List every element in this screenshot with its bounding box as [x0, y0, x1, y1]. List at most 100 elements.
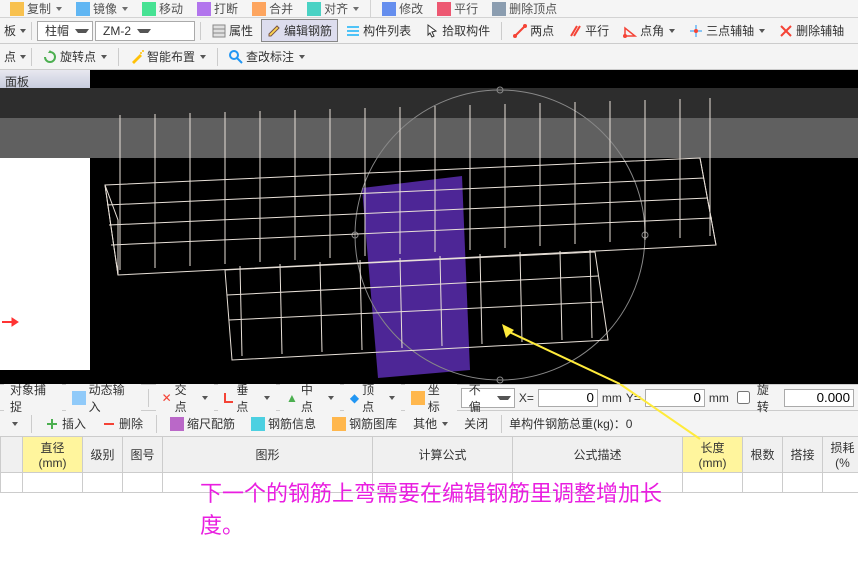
search-icon: [229, 50, 243, 64]
member-combo-value: 柱帽: [41, 22, 73, 39]
dotangle-btn[interactable]: 点角: [617, 19, 681, 42]
twopoint-label: 两点: [530, 22, 554, 39]
close-btn[interactable]: 关闭: [458, 412, 494, 435]
mirror-label: 镜像: [93, 0, 117, 17]
rebar-btn[interactable]: 打断: [191, 0, 244, 18]
align-label: 对齐: [324, 0, 348, 17]
comp-list-btn[interactable]: 构件列表: [340, 19, 417, 42]
props-d-btn[interactable]: 修改: [376, 0, 429, 18]
twopoint-icon: [513, 24, 527, 38]
smart-btn[interactable]: 智能布置: [124, 45, 212, 68]
rot-input[interactable]: [784, 389, 854, 407]
mm2: mm: [709, 391, 729, 405]
viewport-3d[interactable]: 面板 远 式: [0, 70, 858, 384]
del-label: 删除顶点: [509, 0, 557, 17]
props-icon: [212, 24, 226, 38]
parallel-icon: [568, 24, 582, 38]
threepoint-label: 三点辅轴: [706, 22, 754, 39]
close-label: 关闭: [464, 415, 488, 432]
mid-label: 中点: [301, 381, 323, 415]
member-combo[interactable]: 柱帽: [37, 21, 93, 41]
rotate-label: 旋转点: [60, 48, 96, 65]
dotangle-icon: [623, 24, 637, 38]
other-label: 其他: [413, 415, 437, 432]
info-btn[interactable]: 钢筋信息: [245, 412, 322, 435]
x-input[interactable]: [538, 389, 598, 407]
align-btn[interactable]: 对齐: [301, 0, 365, 18]
hdr-empty: [1, 437, 23, 473]
hdr-diameter[interactable]: 直径(mm): [23, 437, 83, 473]
x-prefix: X=: [519, 391, 534, 405]
pick-comp-btn[interactable]: 拾取构件: [419, 19, 496, 42]
rotate-btn[interactable]: 旋转点: [37, 45, 113, 68]
hdr-shape[interactable]: 图形: [163, 437, 373, 473]
other-btn[interactable]: 其他: [407, 412, 454, 435]
rot-checkbox[interactable]: [737, 391, 750, 404]
del-btn[interactable]: 删除顶点: [486, 0, 563, 18]
offset-combo[interactable]: 不偏: [461, 388, 515, 408]
insert-btn[interactable]: 插入: [39, 412, 92, 435]
hdr-grade[interactable]: 级别: [83, 437, 123, 473]
parallel-label: 平行: [585, 22, 609, 39]
hdr-lap[interactable]: 搭接: [783, 437, 823, 473]
y-input[interactable]: [645, 389, 705, 407]
props-d-label: 修改: [399, 0, 423, 17]
osnap-label: 对象捕捉: [10, 381, 56, 415]
del-axis-label: 删除辅轴: [796, 22, 844, 39]
top-label: 顶点: [362, 381, 384, 415]
del-axis-icon: [779, 24, 793, 38]
mirror-btn[interactable]: 镜像: [70, 0, 134, 18]
scale-label: 缩尺配筋: [187, 415, 235, 432]
dot1: 点: [4, 48, 16, 65]
move-btn[interactable]: 移动: [136, 0, 189, 18]
summary-label: 单构件钢筋总重(kg)：0: [509, 415, 632, 432]
zm-combo-value: ZM-2: [99, 24, 135, 38]
edit-rebar-btn[interactable]: 编辑钢筋: [261, 19, 338, 42]
lib-label: 钢筋图库: [349, 415, 397, 432]
hdr-formula[interactable]: 计算公式: [373, 437, 513, 473]
lookup-label: 查改标注: [246, 48, 294, 65]
edit-rebar-label: 编辑钢筋: [284, 22, 332, 39]
pointer-icon: [425, 24, 439, 38]
y-prefix: Y=: [626, 391, 641, 405]
del-axis-btn[interactable]: 删除辅轴: [773, 19, 850, 42]
go-btn[interactable]: 平行: [431, 0, 484, 18]
parallel-btn[interactable]: 平行: [562, 19, 615, 42]
props-label: 属性: [229, 22, 253, 39]
hdr-desc[interactable]: 公式描述: [513, 437, 683, 473]
delete-btn[interactable]: 删除: [96, 412, 149, 435]
scene-svg: [0, 70, 858, 384]
move-label: 移动: [159, 0, 183, 17]
lookup-btn[interactable]: 查改标注: [223, 45, 311, 68]
zm-combo[interactable]: ZM-2: [95, 21, 195, 41]
dyninput-label: 动态输入: [89, 381, 135, 415]
rot-prefix: 旋转: [757, 381, 780, 415]
rebar-label: 打断: [214, 0, 238, 17]
hdr-drawno[interactable]: 图号: [123, 437, 163, 473]
pencil-icon: [267, 24, 281, 38]
close2-btn[interactable]: 合并: [246, 0, 299, 18]
hdr-count[interactable]: 根数: [743, 437, 783, 473]
pick-comp-label: 拾取构件: [442, 22, 490, 39]
hdr-loss[interactable]: 损耗(%: [823, 437, 858, 473]
wand-icon: [130, 50, 144, 64]
copy-btn[interactable]: 复制: [4, 0, 68, 18]
copy-label: 复制: [27, 0, 51, 17]
props-btn[interactable]: 属性: [206, 19, 259, 42]
threepoint-btn[interactable]: 三点辅轴: [683, 19, 771, 42]
close2-label: 合并: [269, 0, 293, 17]
plate-label: 板: [4, 22, 16, 39]
grid-header-row: 直径(mm) 级别 图号 图形 计算公式 公式描述 长度(mm) 根数 搭接 损…: [1, 437, 858, 473]
offset-combo-value: 不偏: [465, 381, 495, 415]
delete-label: 删除: [119, 415, 143, 432]
scale-btn[interactable]: 缩尺配筋: [164, 412, 241, 435]
insert-label: 插入: [62, 415, 86, 432]
twopoint-btn[interactable]: 两点: [507, 19, 560, 42]
sub-drop1[interactable]: [4, 419, 24, 429]
comp-list-label: 构件列表: [363, 22, 411, 39]
go-label: 平行: [454, 0, 478, 17]
rotate-icon: [43, 50, 57, 64]
threepoint-icon: [689, 24, 703, 38]
hdr-length[interactable]: 长度(mm): [683, 437, 743, 473]
lib-btn[interactable]: 钢筋图库: [326, 412, 403, 435]
